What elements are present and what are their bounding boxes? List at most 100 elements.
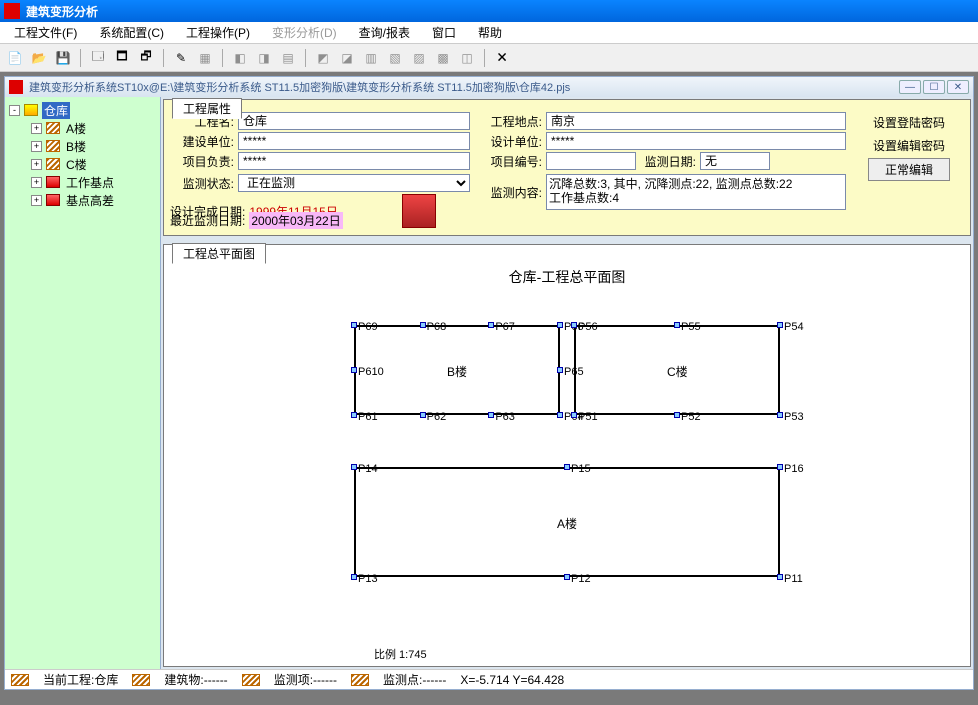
- menu-window[interactable]: 窗口: [424, 22, 464, 43]
- tb-win2-icon[interactable]: 🗖: [111, 47, 133, 69]
- plan-tab[interactable]: 工程总平面图: [172, 243, 266, 264]
- plan-point-marker[interactable]: [420, 412, 426, 418]
- tb-win3-icon[interactable]: 🗗: [135, 47, 157, 69]
- plan-point-marker[interactable]: [564, 574, 570, 580]
- status-monpoint-label: 监测点:: [383, 673, 422, 687]
- plan-point-marker[interactable]: [674, 412, 680, 418]
- tree-label[interactable]: C楼: [64, 156, 89, 173]
- plan-point-label: P69: [358, 321, 378, 333]
- tree-label[interactable]: B楼: [64, 138, 88, 155]
- tree-label[interactable]: 基点高差: [64, 192, 116, 209]
- content-line1: 沉降总数:3, 其中, 沉降测点:22, 监测点总数:22: [549, 177, 843, 191]
- status-proj-label: 当前工程:: [43, 673, 94, 687]
- mon-status-select[interactable]: 正在监测: [238, 174, 470, 192]
- plan-box: 工程总平面图 仓库-工程总平面图 B楼P69P68P67P66P61P62P63…: [163, 244, 971, 667]
- tb-dis1-icon: ▦: [194, 47, 216, 69]
- app-titlebar: 建筑变形分析: [0, 0, 978, 22]
- toolbar-sep: [305, 49, 306, 67]
- mondate-input[interactable]: 无: [700, 152, 770, 170]
- plan-point-marker[interactable]: [777, 322, 783, 328]
- content-line2: 工作基点数:4: [549, 191, 843, 205]
- plan-point-marker[interactable]: [351, 322, 357, 328]
- building-icon: [46, 122, 60, 134]
- mdi-close-button[interactable]: ✕: [947, 80, 969, 94]
- mdi-titlebar[interactable]: 建筑变形分析系统ST10x@E:\建筑变形分析系统 ST11.5加密狗版\建筑变…: [5, 77, 973, 97]
- plan-point-marker[interactable]: [777, 574, 783, 580]
- plan-point-label: P51: [578, 411, 598, 423]
- tree-node-b[interactable]: + B楼: [31, 137, 156, 155]
- plan-point-label: P15: [571, 463, 591, 475]
- expand-icon[interactable]: +: [31, 195, 42, 206]
- plan-point-label: P52: [681, 411, 701, 423]
- tb-dis10-icon: ▩: [432, 47, 454, 69]
- props-tab[interactable]: 工程属性: [172, 98, 242, 119]
- loc-input[interactable]: 南京: [546, 112, 846, 130]
- plan-point-marker[interactable]: [488, 412, 494, 418]
- tree-root[interactable]: - 仓库: [9, 101, 156, 119]
- plan-point-marker[interactable]: [557, 367, 563, 373]
- collapse-icon[interactable]: -: [9, 105, 20, 116]
- plan-point-marker[interactable]: [571, 412, 577, 418]
- toolbar-sep: [484, 49, 485, 67]
- tb-edit-icon[interactable]: ✎: [170, 47, 192, 69]
- normal-edit-button[interactable]: 正常编辑: [868, 158, 950, 181]
- plan-point-marker[interactable]: [674, 322, 680, 328]
- plan-point-marker[interactable]: [557, 412, 563, 418]
- plan-point-label: P13: [358, 573, 378, 585]
- menu-report[interactable]: 查询/报表: [351, 22, 418, 43]
- resp-input[interactable]: *****: [238, 152, 470, 170]
- build-input[interactable]: *****: [238, 132, 470, 150]
- design-input[interactable]: *****: [546, 132, 846, 150]
- tree-node-c[interactable]: + C楼: [31, 155, 156, 173]
- toolbar-sep: [163, 49, 164, 67]
- plan-building-name: B楼: [447, 363, 467, 380]
- plan-point-marker[interactable]: [420, 322, 426, 328]
- projno-input[interactable]: [546, 152, 636, 170]
- plan-point-label: P62: [427, 411, 447, 423]
- mdi-container: 建筑变形分析系统ST10x@E:\建筑变形分析系统 ST11.5加密狗版\建筑变…: [0, 72, 978, 705]
- tree-label[interactable]: 工作基点: [64, 174, 116, 191]
- last-date-label: 最近监测日期:: [170, 212, 245, 229]
- menu-operate[interactable]: 工程操作(P): [178, 22, 258, 43]
- plan-point-marker[interactable]: [488, 322, 494, 328]
- plan-point-marker[interactable]: [351, 574, 357, 580]
- tb-save-icon[interactable]: 💾: [52, 47, 74, 69]
- plan-point-marker[interactable]: [351, 412, 357, 418]
- tree-node-a[interactable]: + A楼: [31, 119, 156, 137]
- plan-point-marker[interactable]: [557, 322, 563, 328]
- tb-close-icon[interactable]: 🗙: [491, 47, 513, 69]
- plan-point-marker[interactable]: [777, 412, 783, 418]
- expand-icon[interactable]: +: [31, 159, 42, 170]
- menu-analysis: 变形分析(D): [264, 22, 345, 43]
- building-icon: [46, 140, 60, 152]
- tree-panel[interactable]: - 仓库 + A楼 + B楼 +: [5, 97, 161, 669]
- tb-dis3-icon: ◨: [253, 47, 275, 69]
- menu-file[interactable]: 工程文件(F): [6, 22, 85, 43]
- plan-point-marker[interactable]: [777, 464, 783, 470]
- plan-point-marker[interactable]: [564, 464, 570, 470]
- tb-win1-icon[interactable]: 🗔: [87, 47, 109, 69]
- set-edit-pwd-link[interactable]: 设置编辑密码: [867, 135, 951, 156]
- expand-icon[interactable]: +: [31, 123, 42, 134]
- mdi-max-button[interactable]: ☐: [923, 80, 945, 94]
- tree-node-base[interactable]: + 工作基点: [31, 173, 156, 191]
- app-title: 建筑变形分析: [26, 3, 974, 20]
- set-login-pwd-link[interactable]: 设置登陆密码: [867, 112, 951, 133]
- status-coord: X=-5.714 Y=64.428: [460, 673, 564, 687]
- plan-point-marker[interactable]: [571, 322, 577, 328]
- tb-dis9-icon: ▨: [408, 47, 430, 69]
- mdi-min-button[interactable]: —: [899, 80, 921, 94]
- tree-label[interactable]: A楼: [64, 120, 88, 137]
- plan-point-marker[interactable]: [351, 464, 357, 470]
- plan-point-marker[interactable]: [351, 367, 357, 373]
- menu-help[interactable]: 帮助: [470, 22, 510, 43]
- expand-icon[interactable]: +: [31, 177, 42, 188]
- tree-root-label[interactable]: 仓库: [42, 102, 70, 119]
- menu-config[interactable]: 系统配置(C): [91, 22, 172, 43]
- name-input[interactable]: 仓库: [238, 112, 470, 130]
- tb-open-icon[interactable]: 📂: [28, 47, 50, 69]
- tree-node-diff[interactable]: + 基点高差: [31, 191, 156, 209]
- plan-canvas[interactable]: 仓库-工程总平面图 B楼P69P68P67P66P61P62P63P64P610…: [174, 267, 960, 668]
- expand-icon[interactable]: +: [31, 141, 42, 152]
- tb-new-icon[interactable]: 📄: [4, 47, 26, 69]
